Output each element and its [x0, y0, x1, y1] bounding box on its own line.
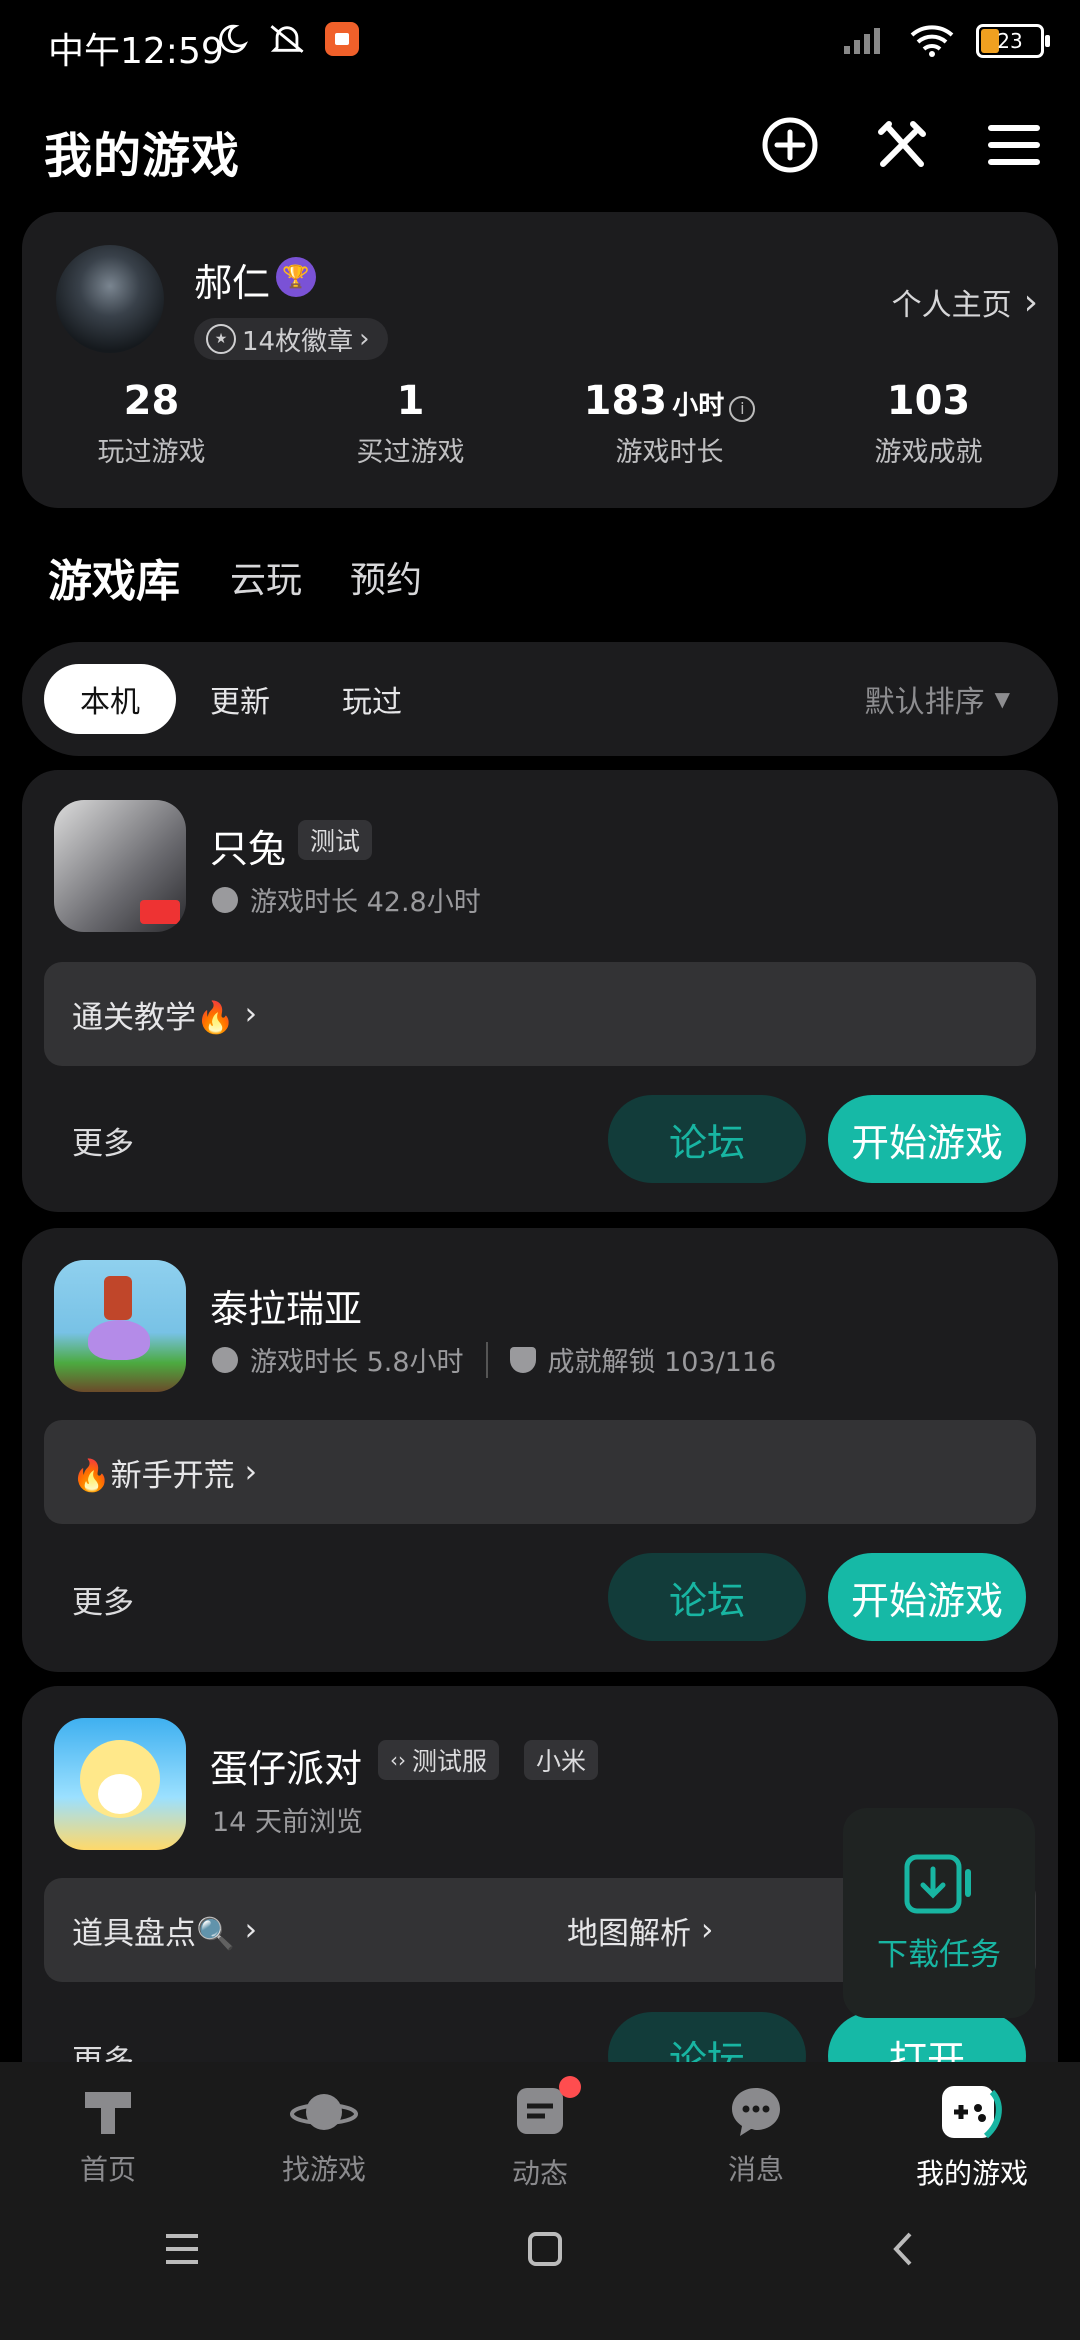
chevron-right-icon: › [244, 1912, 258, 1948]
stat-achievements[interactable]: 103 游戏成就 [799, 378, 1058, 469]
notification-dot [559, 2076, 581, 2098]
screen-record-icon [325, 22, 359, 56]
tag-label: 测试服 [412, 1747, 488, 1776]
badges-button[interactable]: ★ 14枚徽章 › [194, 318, 388, 360]
info-icon[interactable]: i [729, 396, 756, 422]
game-meta: 游戏时长 5.8小时 成就解锁 103/116 [212, 1340, 776, 1379]
game-icon[interactable] [54, 1260, 186, 1392]
nav-messages[interactable]: 消息 [648, 2082, 864, 2188]
chevron-right-icon: › [244, 1454, 258, 1490]
forum-button[interactable]: 论坛 [608, 1553, 806, 1641]
tab-cloud-play[interactable]: 云玩 [230, 551, 302, 609]
download-task-button[interactable]: 下载任务 [843, 1808, 1035, 2018]
filter-updates[interactable]: 更新 [210, 664, 270, 734]
nav-home[interactable]: 首页 [0, 2082, 216, 2188]
game-playtime: 游戏时长 42.8小时 [250, 887, 481, 918]
stat-played[interactable]: 28 玩过游戏 [22, 378, 281, 469]
more-button[interactable]: 更多 [72, 1118, 134, 1163]
medal-icon: ★ [206, 324, 236, 354]
tip-label: 🔥新手开荒 [72, 1457, 235, 1494]
library-tabs: 游戏库 云玩 预约 [46, 545, 422, 609]
chevron-right-icon: › [701, 1912, 714, 1948]
gamepad-icon [942, 2086, 1002, 2139]
tip-label[interactable]: 道具盘点🔍 [72, 1908, 235, 1953]
game-tip-bar[interactable]: 通关教学🔥 › [44, 962, 1036, 1066]
download-task-label: 下载任务 [877, 1936, 1001, 1973]
status-right-icons: 23 [842, 24, 1050, 58]
game-name[interactable]: 蛋仔派对 [210, 1738, 362, 1793]
game-tag: ‹› 测试服 [378, 1740, 500, 1780]
tab-library[interactable]: 游戏库 [46, 545, 182, 609]
tip-label-2[interactable]: 地图解析 [567, 1908, 691, 1953]
profile-stats: 28 玩过游戏 1 买过游戏 183 小时 i 游戏时长 103 游戏成就 [22, 378, 1058, 469]
status-left-icons [215, 22, 359, 56]
wifi-icon [910, 25, 954, 57]
avatar[interactable] [56, 245, 164, 353]
tools-button[interactable] [872, 115, 932, 175]
profile-home-link[interactable]: 个人主页 › [892, 280, 1038, 324]
game-name[interactable]: 只兔 [210, 818, 286, 873]
game-browsed: 14 天前浏览 [212, 1807, 363, 1838]
trophy-icon [509, 1346, 536, 1373]
download-icon [904, 1854, 971, 1913]
stopwatch-icon [212, 886, 238, 913]
home-icon [85, 2092, 131, 2134]
game-playtime: 游戏时长 5.8小时 [250, 1347, 464, 1378]
filter-played[interactable]: 玩过 [342, 664, 402, 734]
game-meta: 游戏时长 42.8小时 [212, 880, 481, 919]
game-icon[interactable] [54, 800, 186, 932]
user-name: 郝仁 [194, 261, 271, 305]
nav-my-games[interactable]: 我的游戏 [864, 2082, 1080, 2192]
status-time: 中午12:59 [48, 31, 224, 72]
nav-feed[interactable]: 动态 [432, 2076, 648, 2192]
code-icon: ‹› [390, 1748, 406, 1772]
game-tip-bar[interactable]: 🔥新手开荒 › [44, 1420, 1036, 1524]
stat-bought[interactable]: 1 买过游戏 [281, 378, 540, 469]
game-achievement: 成就解锁 103/116 [547, 1347, 777, 1378]
home-link-label: 个人主页 [891, 288, 1012, 323]
add-button[interactable] [760, 115, 820, 175]
game-tag: 测试 [298, 820, 373, 860]
message-icon [732, 2088, 780, 2136]
tab-reservation[interactable]: 预约 [350, 551, 422, 609]
filter-local[interactable]: 本机 [44, 664, 176, 734]
game-icon[interactable] [54, 1718, 186, 1850]
tip-label: 通关教学🔥 [72, 999, 235, 1036]
tools-icon [878, 121, 926, 167]
chevron-right-icon: › [359, 324, 370, 354]
game-name[interactable]: 泰拉瑞亚 [210, 1278, 362, 1333]
forum-button[interactable]: 论坛 [608, 1095, 806, 1183]
nav-find-games[interactable]: 找游戏 [216, 2082, 432, 2188]
stopwatch-icon [212, 1346, 238, 1373]
battery-icon: 23 [976, 24, 1050, 58]
home-square-icon[interactable] [527, 2231, 563, 2267]
chevron-right-icon: › [1023, 281, 1038, 323]
chevron-right-icon: › [244, 996, 258, 1032]
signal-icon [844, 28, 880, 54]
sort-label: 默认排序 [864, 685, 985, 720]
header-actions [760, 115, 1044, 175]
divider [485, 1341, 488, 1378]
more-button[interactable]: 更多 [72, 1577, 134, 1622]
moon-icon [219, 24, 249, 54]
hamburger-icon [988, 125, 1040, 165]
menu-button[interactable] [984, 115, 1044, 175]
mute-bell-icon [270, 25, 304, 53]
system-nav [0, 2230, 1080, 2268]
badges-label: 14枚徽章 [242, 326, 354, 357]
page-title: 我的游戏 [44, 128, 241, 184]
start-game-button[interactable]: 开始游戏 [828, 1553, 1026, 1641]
game-tag: 小米 [524, 1740, 599, 1780]
recents-icon[interactable] [162, 2232, 202, 2266]
stat-playtime[interactable]: 183 小时 i 游戏时长 [540, 378, 799, 469]
sort-dropdown[interactable]: 默认排序 ▼ [865, 664, 1010, 734]
start-game-button[interactable]: 开始游戏 [828, 1095, 1026, 1183]
back-icon[interactable] [888, 2230, 918, 2268]
status-bar: 中午12:59 23 [0, 0, 1080, 96]
vip-badge-icon: 🏆 [276, 257, 316, 297]
planet-icon [290, 2094, 358, 2130]
plus-circle-icon [762, 117, 818, 173]
caret-down-icon: ▼ [994, 687, 1010, 711]
